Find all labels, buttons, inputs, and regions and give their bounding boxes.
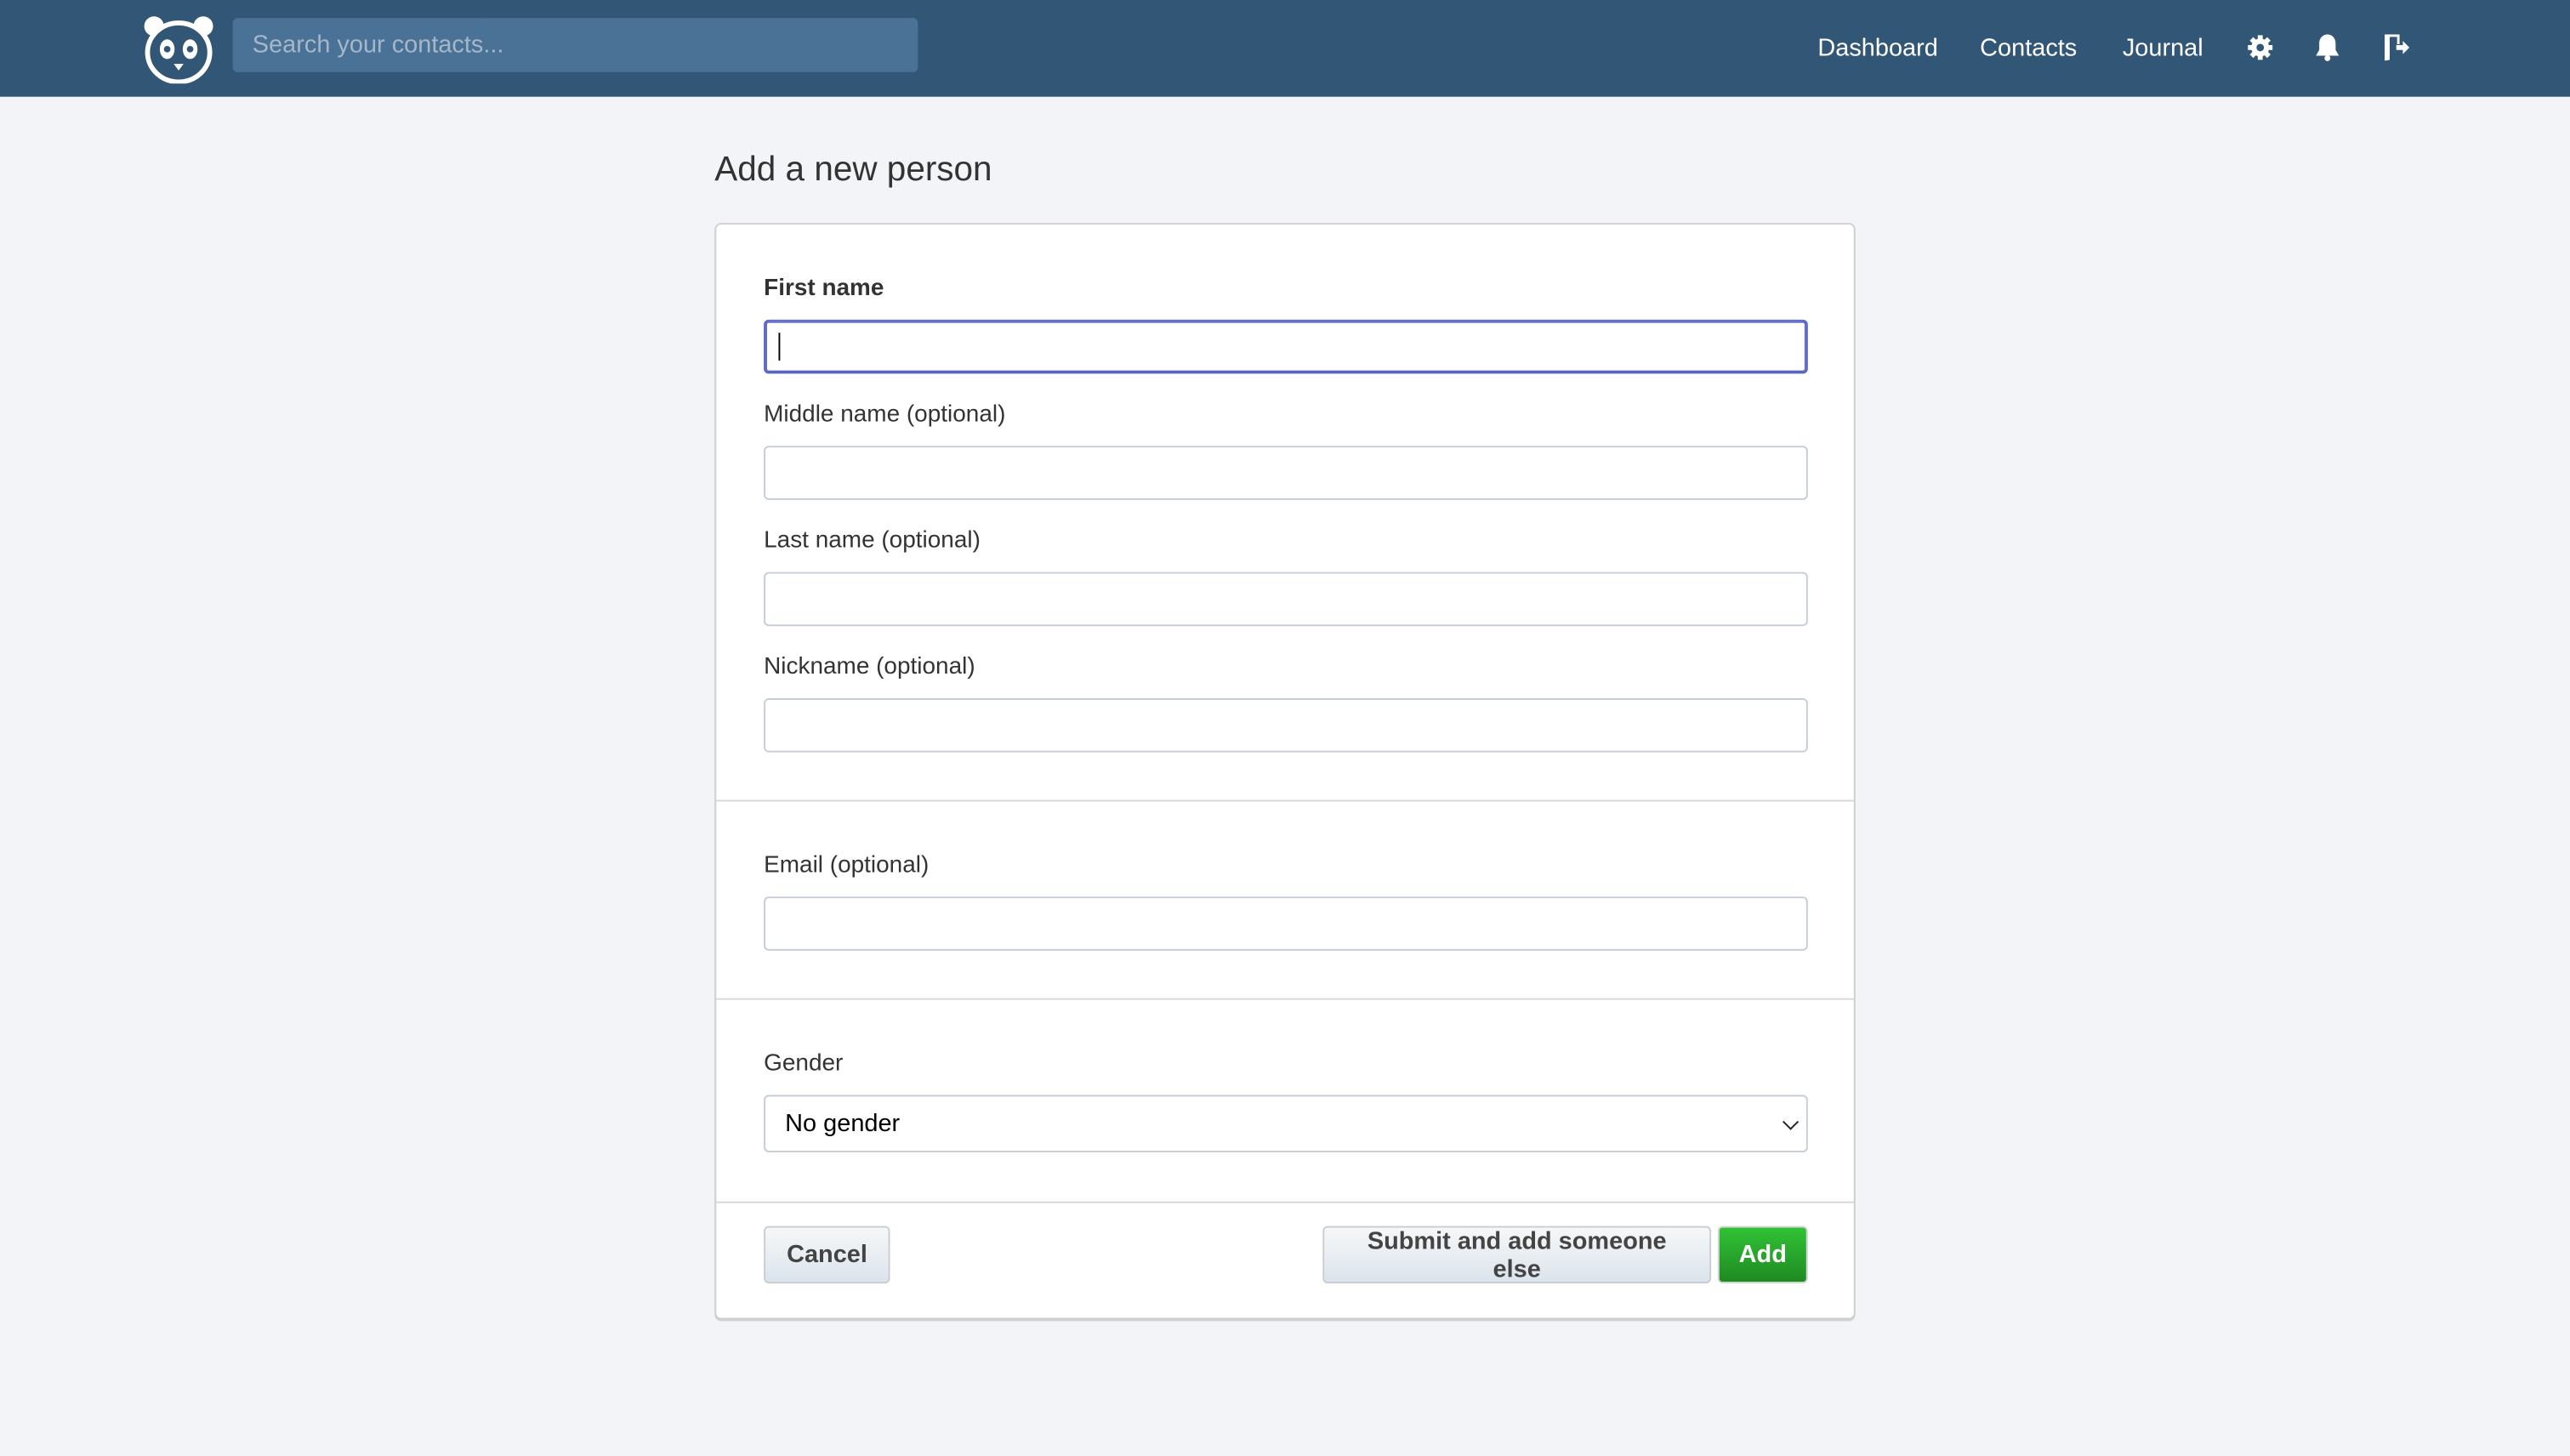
page-title: Add a new person [714, 151, 992, 189]
chevron-down-icon [1783, 1113, 1800, 1130]
middle-name-input[interactable] [764, 446, 1808, 500]
nickname-label: Nickname (optional) [764, 653, 975, 680]
nickname-input[interactable] [764, 698, 1808, 753]
cancel-button[interactable]: Cancel [764, 1226, 890, 1284]
submit-and-add-another-button[interactable]: Submit and add someone else [1322, 1226, 1712, 1284]
middle-name-label: Middle name (optional) [764, 401, 1006, 429]
add-button[interactable]: Add [1717, 1226, 1808, 1284]
gender-label: Gender [764, 1050, 844, 1078]
nav-journal[interactable]: Journal [2123, 34, 2203, 62]
first-name-input[interactable] [764, 319, 1808, 374]
gear-icon[interactable] [2245, 33, 2275, 63]
first-name-label: First name [764, 275, 884, 302]
email-input[interactable] [764, 896, 1808, 951]
logout-door-icon[interactable] [2381, 33, 2411, 63]
nav-contacts[interactable]: Contacts [1980, 34, 2077, 62]
bell-icon[interactable] [2312, 33, 2342, 63]
top-nav: Dashboard Contacts Journal [0, 0, 2570, 97]
gender-value: No gender [785, 1109, 901, 1138]
divider [716, 799, 1854, 802]
add-person-form: First name Middle name (optional) Last n… [714, 223, 1856, 1320]
divider [716, 998, 1854, 1000]
panda-logo-icon[interactable] [143, 14, 215, 84]
gender-select[interactable]: No gender [764, 1095, 1808, 1152]
last-name-input[interactable] [764, 572, 1808, 627]
nav-dashboard[interactable]: Dashboard [1817, 34, 1937, 62]
text-caret [778, 333, 781, 361]
search-input[interactable] [232, 18, 918, 72]
divider [716, 1201, 1854, 1203]
email-label: Email (optional) [764, 852, 930, 879]
last-name-label: Last name (optional) [764, 527, 981, 555]
